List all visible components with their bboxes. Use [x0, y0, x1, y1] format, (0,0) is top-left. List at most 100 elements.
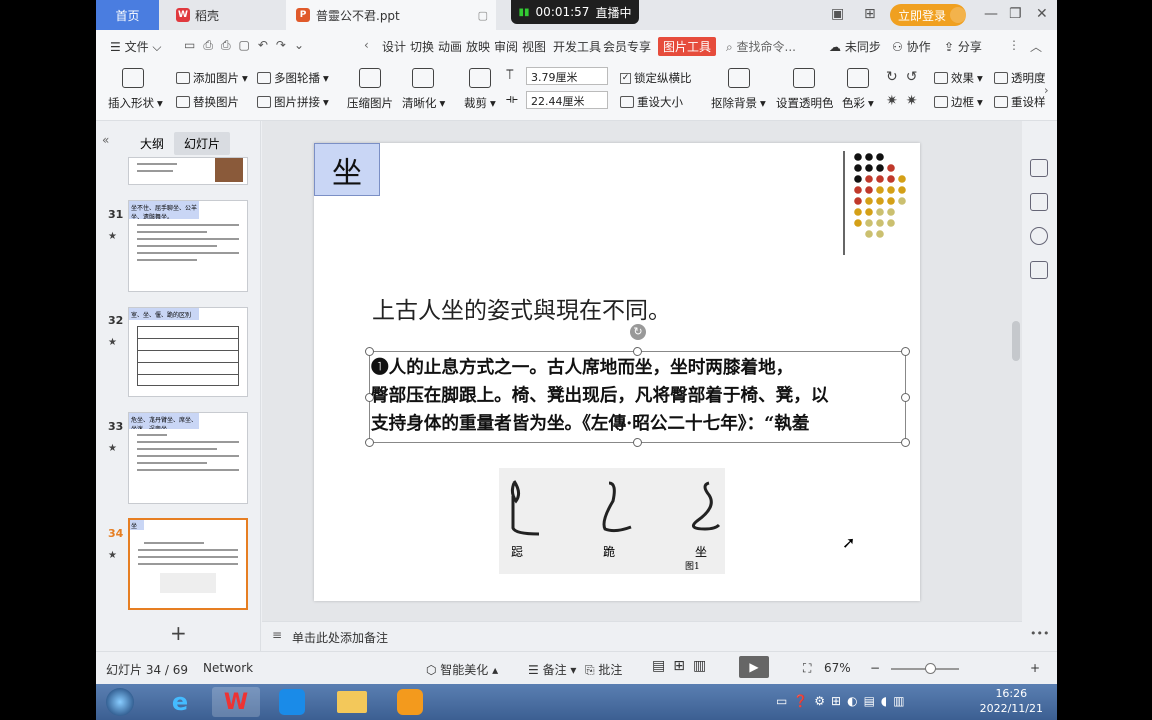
view-mode-icons[interactable]: ▤⊞▥	[652, 658, 714, 674]
menu-picture-tools[interactable]: 图片工具	[658, 37, 717, 56]
tab-document-label: 普靈公不君.ppt	[316, 8, 400, 23]
reset-size-button[interactable]: 重设大小	[620, 94, 683, 110]
slide-subtitle[interactable]: 上古人坐的姿式與現在不同。	[372, 291, 671, 325]
animation-panel-icon[interactable]	[1030, 159, 1048, 177]
close-icon[interactable]: ✕	[1036, 6, 1048, 22]
tab-close-icon[interactable]: ▢	[478, 9, 488, 22]
sharpen-button[interactable]: 清晰化 ▾	[402, 95, 445, 111]
more-icon[interactable]: ⋮	[1008, 38, 1020, 52]
slide-thumb-31[interactable]: 坐不住、屈手聊坐、公羊坐、遗骸舞坐。	[128, 200, 248, 292]
windows-taskbar: e W ▭❓⚙⊞◐▤◖▥ 16:26 2022/11/21	[96, 684, 1057, 720]
restore-icon[interactable]: ❐	[1009, 6, 1022, 22]
quick-access-icons[interactable]: ▭⎙⎙▢↶↷⌄	[184, 38, 312, 53]
minimize-icon[interactable]: —	[984, 6, 998, 22]
slide-thumb-33[interactable]: 危坐、尨丹臂坐、席坐、坐迷、逞斋坐	[128, 412, 248, 504]
color-button[interactable]: 色彩 ▾	[842, 95, 874, 111]
insert-shape-button[interactable]: 插入形状 ▾	[108, 95, 163, 111]
tab-home[interactable]: 首页	[96, 0, 159, 30]
live-app-icon[interactable]	[386, 687, 434, 717]
layout-icon[interactable]: ▣	[831, 6, 844, 22]
format-icon[interactable]	[1030, 227, 1048, 245]
compress-button[interactable]: 压缩图片	[347, 95, 393, 111]
slide-thumb-34-selected[interactable]: 坐	[128, 518, 248, 610]
slide-title[interactable]: 坐	[314, 143, 380, 196]
book-icon[interactable]	[1030, 261, 1048, 279]
fit-window-icon[interactable]: ⛶	[803, 661, 811, 676]
add-picture-button[interactable]: 添加图片 ▾	[176, 70, 248, 86]
apps-grid-icon[interactable]: ⊞	[864, 6, 876, 22]
crop-button[interactable]: 裁剪 ▾	[464, 95, 496, 111]
remove-bg-button[interactable]: 抠除背景 ▾	[711, 95, 766, 111]
picture-collage-button[interactable]: 图片拼接 ▾	[257, 94, 329, 110]
wps-taskbar-icon[interactable]: W	[212, 687, 260, 717]
menu-file[interactable]: ☰ 文件 ⌵	[110, 38, 162, 55]
resize-handle[interactable]	[633, 438, 642, 447]
menu-member[interactable]: 会员专享	[603, 38, 651, 55]
color-label: 色彩	[842, 96, 865, 110]
width-input[interactable]: 22.44厘米	[526, 91, 608, 109]
brightness-icons[interactable]: ✷✷	[886, 93, 925, 109]
posture-figure[interactable]: 跽 跪 坐 图1	[499, 468, 725, 574]
scroll-left-icon[interactable]: ‹	[364, 38, 369, 52]
notes-button[interactable]: ☰ 备注 ▾	[528, 661, 576, 678]
tab-outline[interactable]: 大纲	[140, 135, 164, 152]
set-transparent-button[interactable]: 设置透明色	[776, 95, 834, 111]
border-label: 边框	[951, 95, 974, 109]
messenger-icon[interactable]	[268, 687, 316, 717]
menu-slideshow[interactable]: 放映	[466, 38, 490, 55]
command-search[interactable]: ⌕ 查找命令...	[726, 38, 796, 55]
menu-design[interactable]: 设计	[382, 38, 406, 55]
current-slide[interactable]: 坐 上古人坐的姿式與現在不同。 ↻ ❶人的止息方式之一。古人席地而坐，坐时两膝着…	[314, 143, 920, 601]
lock-ratio-checkbox[interactable]: ✓ 锁定纵横比	[620, 70, 692, 86]
login-button[interactable]: 立即登录	[890, 4, 966, 26]
system-clock[interactable]: 16:26 2022/11/21	[980, 686, 1043, 716]
slide-thumb-32[interactable]: 室、坐、偃、跪的区別	[128, 307, 248, 397]
collab-button[interactable]: ⚇ 协作	[892, 38, 931, 55]
sync-status[interactable]: ☁ 未同步	[829, 38, 881, 55]
collapse-pane-icon[interactable]: «	[102, 133, 109, 147]
ribbon-scroll-right-icon[interactable]: ›	[1044, 83, 1049, 97]
menu-transition[interactable]: 切换	[410, 38, 434, 55]
tab-daoke[interactable]: W 稻壳	[166, 0, 276, 30]
resize-handle[interactable]	[901, 438, 910, 447]
zoom-slider-thumb[interactable]	[925, 663, 936, 674]
rotate-icons[interactable]: ↻↺	[886, 69, 925, 85]
rotate-handle-icon[interactable]: ↻	[630, 324, 646, 340]
resize-handle[interactable]	[365, 438, 374, 447]
collapse-ribbon-icon[interactable]: ︿	[1030, 38, 1042, 55]
folder-icon[interactable]	[328, 687, 376, 717]
start-button-icon[interactable]	[96, 687, 144, 717]
sharpen-label: 清晰化	[402, 96, 437, 110]
menu-developer[interactable]: 开发工具	[553, 38, 601, 55]
border-button[interactable]: 边框 ▾	[934, 94, 983, 110]
beautify-button[interactable]: ⬡ 智能美化 ▴	[426, 661, 498, 678]
notes-pane[interactable]: ≡ 单击此处添加备注	[262, 621, 1022, 651]
more-tools-icon[interactable]: •••	[1030, 627, 1049, 640]
slide-thumb-30[interactable]	[128, 157, 248, 185]
add-slide-button[interactable]: +	[170, 621, 187, 645]
menu-animation[interactable]: 动画	[438, 38, 462, 55]
transform-icon[interactable]	[1030, 193, 1048, 211]
reset-picture-button[interactable]: 重设样	[994, 94, 1046, 110]
share-button[interactable]: ⇪ 分享	[944, 38, 982, 55]
menu-view[interactable]: 视图	[522, 38, 546, 55]
tray-icons[interactable]: ▭❓⚙⊞◐▤◖▥	[776, 694, 911, 708]
effects-button[interactable]: 效果 ▾	[934, 70, 983, 86]
multi-carousel-button[interactable]: 多图轮播 ▾	[257, 70, 329, 86]
slide-body-text[interactable]: ❶人的止息方式之一。古人席地而坐，坐时两膝着地， 臀部压在脚跟上。椅、凳出现后，…	[371, 354, 907, 438]
decorative-dot	[876, 208, 884, 216]
height-input[interactable]: 3.79厘米	[526, 67, 608, 85]
ie-browser-icon[interactable]: e	[156, 687, 204, 717]
replace-picture-button[interactable]: 替换图片	[176, 94, 239, 110]
zoom-in-button[interactable]: +	[1030, 661, 1040, 675]
play-slideshow-icon[interactable]: ▶	[739, 656, 769, 678]
tab-document[interactable]: P 普靈公不君.ppt ▢	[286, 0, 496, 30]
vertical-scrollbar[interactable]	[1012, 321, 1020, 361]
comments-button[interactable]: ⎘ 批注	[585, 661, 622, 678]
zoom-level[interactable]: 67%	[824, 661, 851, 675]
tab-slides[interactable]: 幻灯片	[174, 132, 231, 155]
menu-review[interactable]: 审阅	[494, 38, 518, 55]
theme-name[interactable]: Network	[203, 661, 253, 675]
zoom-out-button[interactable]: −	[870, 661, 880, 675]
transparency-button[interactable]: 透明度	[994, 70, 1046, 86]
